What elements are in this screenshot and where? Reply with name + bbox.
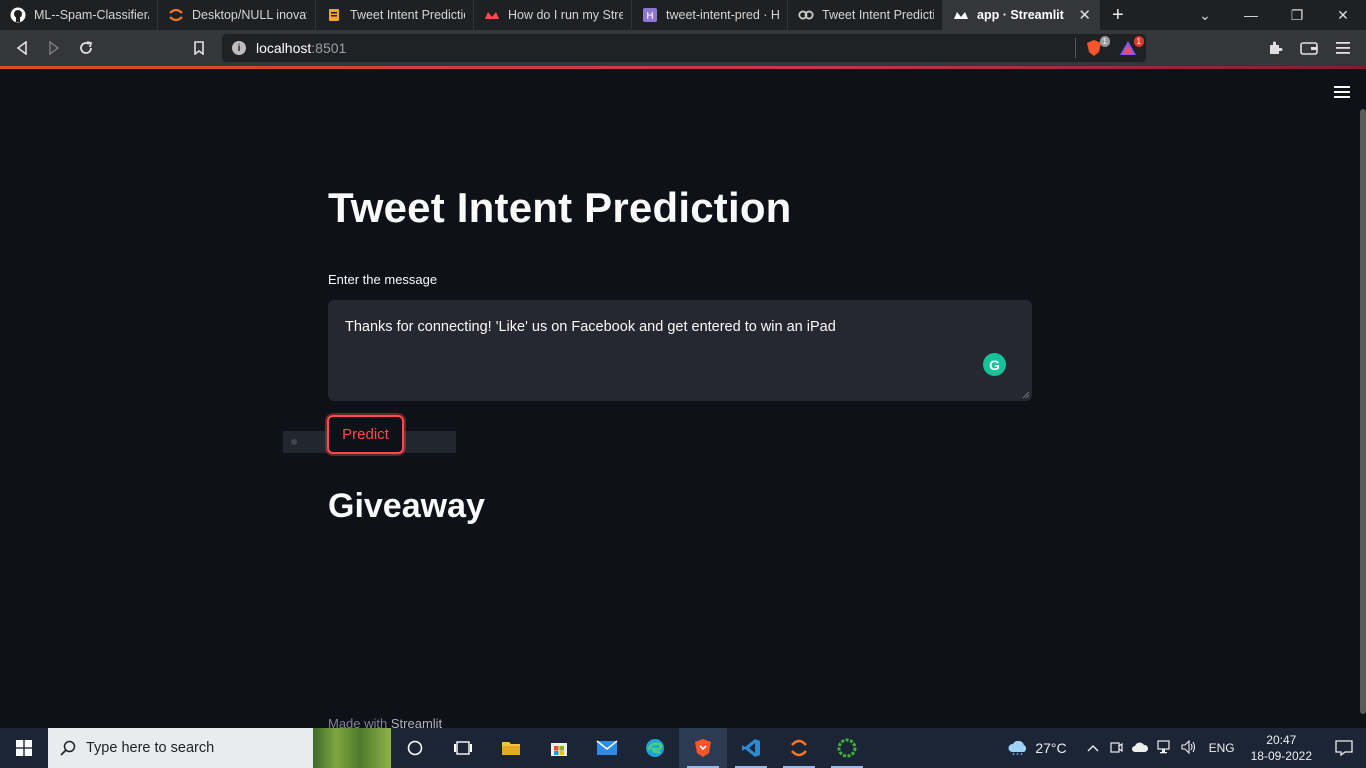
task-view-icon[interactable] — [439, 728, 487, 768]
close-tab-icon[interactable]: ✕ — [1068, 6, 1091, 24]
resize-handle-icon[interactable] — [1020, 389, 1030, 399]
taskbar-search[interactable]: Type here to search — [48, 728, 391, 768]
message-text: Thanks for connecting! 'Like' us on Face… — [345, 319, 836, 335]
url-port: :8501 — [311, 40, 347, 56]
heroku-icon: H — [642, 7, 658, 23]
footer-streamlit-link[interactable]: Streamlit — [391, 716, 442, 728]
file-explorer-icon[interactable] — [487, 728, 535, 768]
tab-app-streamlit[interactable]: app · Streamlit ✕ — [943, 0, 1100, 30]
tab-colab[interactable]: Tweet Intent Predictio — [788, 0, 943, 30]
search-icon — [60, 740, 76, 756]
prediction-result: Giveaway — [328, 487, 485, 525]
forward-icon[interactable] — [38, 32, 70, 64]
tab-search-chevron-icon[interactable]: ⌄ — [1182, 0, 1228, 30]
jupyter-app-icon[interactable] — [775, 728, 823, 768]
tab-label: Desktop/NULL inovatio — [192, 8, 307, 22]
predict-button[interactable]: Predict — [327, 415, 404, 454]
message-textarea[interactable]: Thanks for connecting! 'Like' us on Face… — [328, 300, 1032, 401]
minimize-icon[interactable]: — — [1228, 0, 1274, 30]
site-info-icon[interactable]: i — [232, 41, 246, 55]
wallet-icon[interactable] — [1293, 32, 1325, 64]
tab-jupyter[interactable]: Desktop/NULL inovatio — [158, 0, 316, 30]
edge-icon[interactable] — [631, 728, 679, 768]
footer: Made with Streamlit — [328, 716, 442, 728]
volume-icon[interactable] — [1181, 739, 1197, 757]
browser-menu-icon[interactable] — [1327, 32, 1359, 64]
tab-label: tweet-intent-pred · He — [666, 8, 779, 22]
url-host: localhost — [256, 40, 312, 56]
tab-label: Tweet Intent Predictio — [822, 8, 934, 22]
anaconda-icon[interactable] — [823, 728, 871, 768]
reload-icon[interactable] — [70, 32, 102, 64]
streamlit-icon — [484, 7, 500, 23]
search-highlight-image — [313, 728, 391, 768]
hamburger-menu-icon[interactable] — [1334, 86, 1350, 98]
extensions-icon[interactable] — [1259, 32, 1291, 64]
colab-icon — [798, 7, 814, 23]
divider — [1075, 38, 1076, 58]
message-input-label: Enter the message — [328, 272, 438, 287]
tab-label: ML--Spam-Classifier/re — [34, 8, 149, 22]
page-title: Tweet Intent Prediction — [328, 184, 792, 231]
streamlit-app: Tweet Intent Prediction Enter the messag… — [0, 69, 1366, 728]
tab-label: How do I run my Strea — [508, 8, 623, 22]
footer-prefix: Made with — [328, 716, 388, 728]
tab-label: app · Streamlit — [977, 8, 1064, 22]
tab-heroku[interactable]: H tweet-intent-pred · He — [632, 0, 788, 30]
tab-label: Tweet Intent Predictio — [350, 8, 465, 22]
brave-rewards-icon[interactable]: 1 — [1119, 36, 1144, 57]
system-tray: 27°C ENG 20:47 18-09-2022 — [1007, 728, 1366, 768]
mail-icon[interactable] — [583, 728, 631, 768]
weather-icon[interactable] — [1007, 738, 1029, 759]
windows-taskbar: Type here to search 27°C ENG 20:47 18-09… — [0, 728, 1366, 768]
close-window-icon[interactable]: ✕ — [1320, 0, 1366, 30]
clock-time: 20:47 — [1266, 733, 1297, 747]
github-icon — [10, 7, 26, 23]
cortana-icon[interactable] — [391, 728, 439, 768]
chevron-up-icon[interactable] — [1087, 741, 1099, 755]
brave-shield-icon[interactable]: 1 — [1085, 36, 1110, 57]
bookmark-icon[interactable] — [183, 32, 215, 64]
meet-now-icon[interactable] — [1109, 740, 1123, 757]
onedrive-icon[interactable] — [1131, 741, 1149, 756]
taskbar-clock[interactable]: 20:47 18-09-2022 — [1251, 732, 1312, 764]
tab-streamlit-forum[interactable]: How do I run my Strea — [474, 0, 632, 30]
tab-notebook[interactable]: Tweet Intent Predictio — [316, 0, 474, 30]
input-language[interactable]: ENG — [1209, 741, 1235, 755]
browser-tab-strip: ML--Spam-Classifier/re Desktop/NULL inov… — [0, 0, 1366, 30]
back-icon[interactable] — [6, 32, 38, 64]
grammarly-icon[interactable]: G — [983, 353, 1006, 376]
jupyter-icon — [168, 7, 184, 23]
windows-start-icon[interactable] — [0, 728, 48, 768]
svg-text:H: H — [646, 11, 654, 22]
streamlit-icon — [953, 7, 969, 23]
browser-toolbar: i localhost:8501 1 1 — [0, 30, 1366, 66]
brave-browser-icon[interactable] — [679, 728, 727, 768]
vscode-icon[interactable] — [727, 728, 775, 768]
notebook-icon — [326, 7, 342, 23]
restore-icon[interactable]: ❐ — [1274, 0, 1320, 30]
scrollbar[interactable] — [1360, 109, 1366, 714]
new-tab-button[interactable]: + — [1100, 4, 1136, 27]
search-placeholder: Type here to search — [86, 740, 215, 756]
microsoft-store-icon[interactable] — [535, 728, 583, 768]
network-icon[interactable] — [1156, 739, 1173, 757]
weather-temp[interactable]: 27°C — [1035, 740, 1066, 756]
address-bar[interactable]: i localhost:8501 1 1 — [222, 34, 1146, 62]
shield-badge: 1 — [1099, 36, 1110, 47]
clock-date: 18-09-2022 — [1250, 749, 1312, 763]
notifications-icon[interactable] — [1322, 728, 1366, 768]
tab-github[interactable]: ML--Spam-Classifier/re — [0, 0, 158, 30]
rewards-badge: 1 — [1133, 36, 1144, 47]
